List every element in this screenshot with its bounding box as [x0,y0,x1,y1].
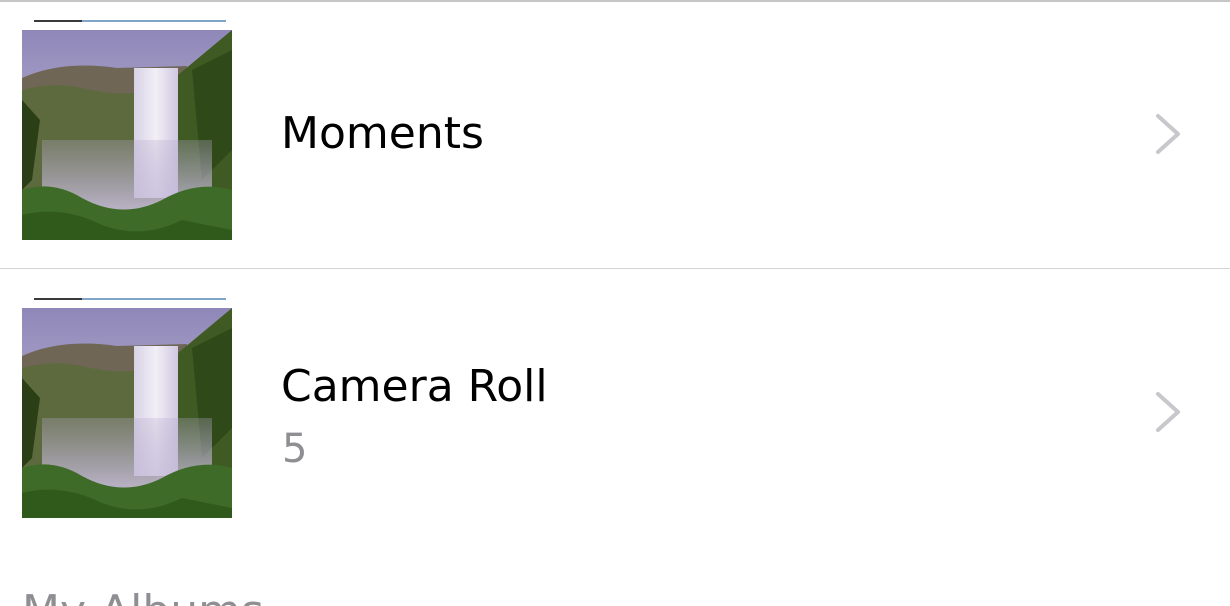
waterfall-photo-thumbnail [22,30,232,240]
stacked-photo-edge-inner [26,300,226,308]
album-title: Moments [281,108,484,159]
stacked-photo-edge-inner [26,22,226,30]
chevron-right-icon [1153,112,1183,156]
album-row-camera-roll[interactable]: Camera Roll 5 [0,269,1230,537]
waterfall-photo-thumbnail [22,308,232,518]
album-thumbnail-stack [22,17,232,241]
album-thumbnail-stack [22,295,232,519]
albums-screen: Moments Camera Roll 5 [0,0,1230,606]
section-header-my-albums: My Albums [22,590,264,606]
album-photo-count: 5 [282,426,308,472]
album-row-moments[interactable]: Moments [0,2,1230,268]
chevron-right-icon [1153,390,1183,434]
album-title: Camera Roll [281,361,548,412]
